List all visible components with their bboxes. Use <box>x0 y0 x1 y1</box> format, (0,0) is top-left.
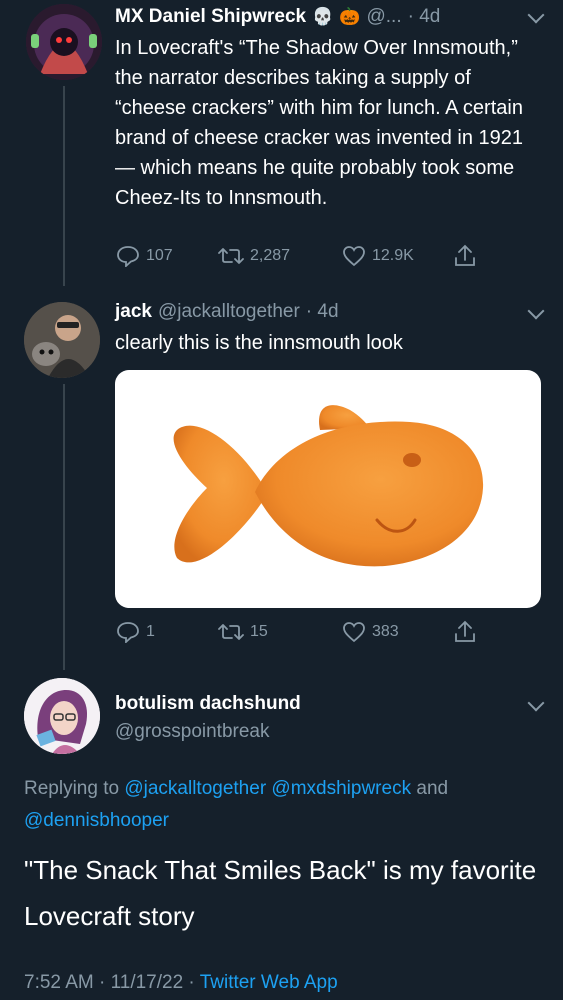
reply-count: 107 <box>146 247 173 264</box>
display-name[interactable]: jack <box>115 301 152 323</box>
reply-icon <box>117 622 139 643</box>
replying-and: and <box>416 778 449 799</box>
tweet-text: In Lovecraft's “The Shadow Over Innsmout… <box>115 37 524 209</box>
heart-icon <box>343 246 365 267</box>
display-name[interactable]: botulism dachshund <box>115 693 301 715</box>
tweet-text: "The Snack That Smiles Back" is my favor… <box>24 855 537 931</box>
retweet-count: 2,287 <box>250 247 291 264</box>
skull-icon: 💀 <box>312 7 334 26</box>
avatar-hooded-figure-icon <box>26 4 102 80</box>
avatar[interactable] <box>26 4 102 80</box>
reply-icon <box>117 246 139 267</box>
share-icon <box>455 244 475 266</box>
like-button[interactable]: 12.9K <box>342 245 414 267</box>
retweet-icon <box>218 248 244 264</box>
reply-count: 1 <box>146 623 155 640</box>
like-count: 12.9K <box>372 247 414 264</box>
avatar[interactable] <box>24 302 100 378</box>
retweet-button[interactable]: 15 <box>218 621 268 643</box>
avatar[interactable] <box>24 678 100 754</box>
tweet-image[interactable] <box>115 370 541 608</box>
replying-to: Replying to @jackalltogether @mxdshipwre… <box>24 773 549 837</box>
share-icon <box>455 620 475 642</box>
handle[interactable]: @jackalltogether <box>158 301 300 323</box>
avatar-man-with-dog-icon <box>24 302 100 378</box>
retweet-count: 15 <box>250 623 268 640</box>
like-button[interactable]: 383 <box>342 621 399 643</box>
heart-icon <box>343 622 365 643</box>
tweet-text: clearly this is the innsmouth look <box>115 332 403 354</box>
retweet-button[interactable]: 2,287 <box>218 245 290 267</box>
display-name[interactable]: MX Daniel Shipwreck <box>115 6 306 28</box>
thread-line <box>63 86 65 286</box>
replying-handles[interactable]: @jackalltogether @mxdshipwreck <box>124 778 411 799</box>
replying-prefix: Replying to <box>24 778 120 799</box>
handle[interactable]: @... <box>366 6 401 28</box>
chevron-down-icon[interactable] <box>527 302 545 320</box>
like-count: 383 <box>372 623 399 640</box>
reply-button[interactable]: 107 <box>116 245 173 267</box>
handle[interactable]: @grosspointbreak <box>115 721 269 743</box>
pumpkin-icon: 🎃 <box>339 7 361 26</box>
tweet-client[interactable]: Twitter Web App <box>200 972 338 993</box>
thread-line <box>63 384 65 670</box>
tweet-meta: 7:52 AM · 11/17/22 · Twitter Web App <box>24 972 338 994</box>
chevron-down-icon[interactable] <box>527 694 545 712</box>
timestamp[interactable]: · 4d <box>306 301 339 323</box>
retweet-icon <box>218 624 244 640</box>
avatar-cartoon-girl-icon <box>24 678 100 754</box>
reply-button[interactable]: 1 <box>116 621 155 643</box>
chevron-down-icon[interactable] <box>527 6 545 24</box>
share-button[interactable] <box>454 244 476 268</box>
share-button[interactable] <box>454 620 476 644</box>
replying-handle[interactable]: @dennisbhooper <box>24 810 169 831</box>
goldfish-cracker-image <box>173 405 484 567</box>
timestamp[interactable]: · 4d <box>408 6 441 28</box>
tweet-timestamp[interactable]: 7:52 AM · 11/17/22 · <box>24 972 195 993</box>
